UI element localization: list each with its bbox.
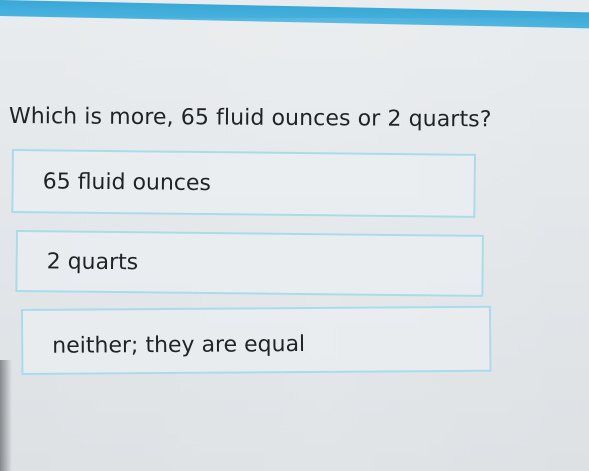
question-text: Which is more, 65 fluid ounces or 2 quar… <box>8 103 492 133</box>
answer-choice-label: 65 fluid ounces <box>42 169 212 197</box>
header-bar <box>0 0 589 29</box>
screen-edge-shadow <box>0 360 12 471</box>
answer-choice-label: neither; they are equal <box>52 332 306 359</box>
answer-choice-2-quarts[interactable]: 2 quarts <box>15 230 484 297</box>
answer-choice-65-fluid-ounces[interactable]: 65 fluid ounces <box>11 149 476 218</box>
answer-choice-label: 2 quarts <box>46 249 139 276</box>
answer-choice-neither-equal[interactable]: neither; they are equal <box>21 305 492 375</box>
